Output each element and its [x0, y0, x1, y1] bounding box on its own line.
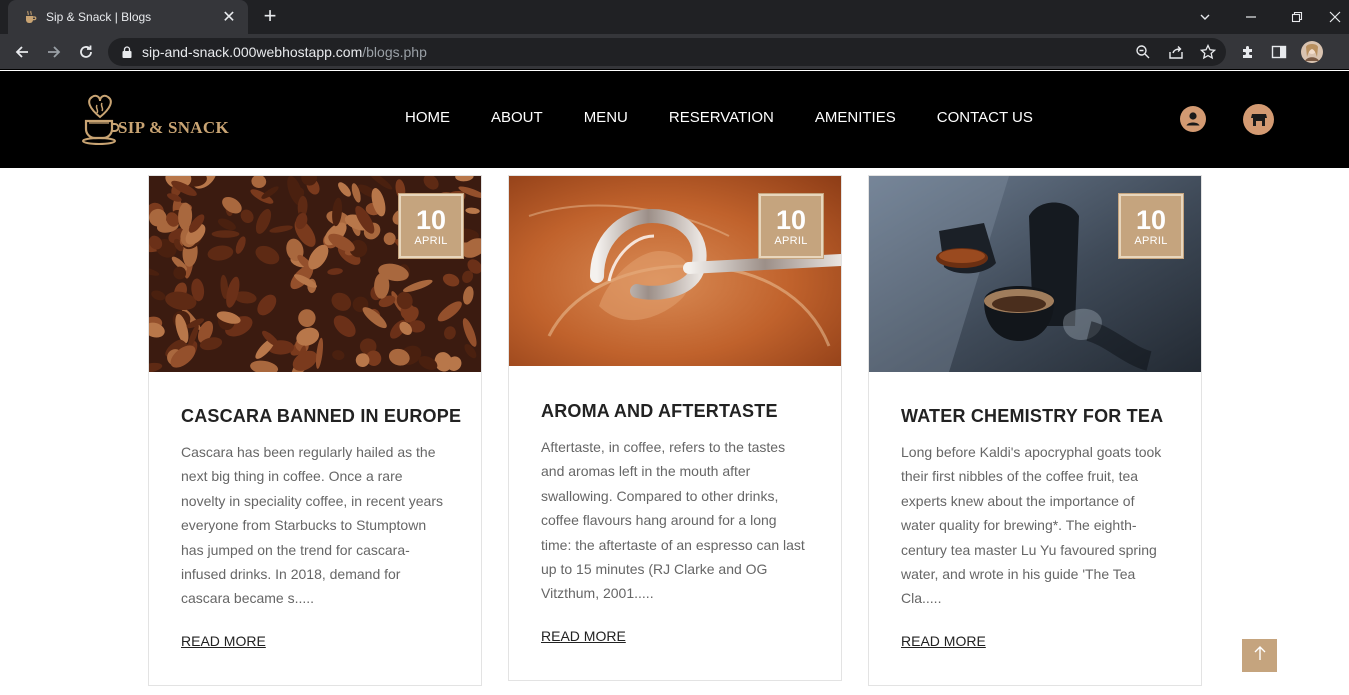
minimize-icon[interactable] [1228, 0, 1274, 34]
new-tab-button[interactable]: + [258, 5, 282, 29]
post-excerpt: Aftertaste, in coffee, refers to the tas… [541, 439, 805, 602]
nav-about[interactable]: ABOUT [491, 109, 543, 126]
date-badge: 10 APRIL [1118, 193, 1184, 259]
nav-reservation[interactable]: RESERVATION [669, 109, 774, 126]
profile-avatar-icon[interactable] [1298, 38, 1326, 66]
site-logo[interactable]: SIP & SNACK [80, 91, 240, 151]
nav-home[interactable]: HOME [405, 109, 450, 126]
read-more-link[interactable]: READ MORE [541, 628, 626, 644]
reload-icon[interactable] [72, 38, 100, 66]
tab-close-icon[interactable]: ✕ [220, 7, 238, 27]
blog-card: 10 APRIL AROMA AND AFTERTASTE Aftertaste… [508, 175, 842, 681]
site-header: SIP & SNACK HOME ABOUT MENU RESERVATION … [0, 71, 1349, 168]
read-more-link[interactable]: READ MORE [181, 633, 266, 649]
browser-toolbar: sip-and-snack.000webhostapp.com/blogs.ph… [0, 34, 1349, 70]
store-icon[interactable] [1243, 104, 1274, 135]
logo-text: SIP & SNACK [118, 118, 229, 137]
side-panel-icon[interactable] [1265, 38, 1293, 66]
forward-arrow-icon[interactable] [40, 38, 68, 66]
tab-search-icon[interactable] [1182, 0, 1228, 34]
browser-tab[interactable]: Sip & Snack | Blogs ✕ [8, 0, 248, 34]
nav-menu[interactable]: MENU [584, 109, 628, 126]
date-day: 10 [1135, 205, 1167, 235]
share-icon[interactable] [1166, 42, 1186, 62]
date-badge: 10 APRIL [398, 193, 464, 259]
scroll-to-top-button[interactable] [1242, 639, 1277, 672]
tab-title: Sip & Snack | Blogs [46, 10, 152, 24]
post-title[interactable]: CASCARA BANNED IN EUROPE [181, 406, 461, 427]
extensions-icon[interactable] [1234, 38, 1262, 66]
blog-card: 10 APRIL CASCARA BANNED IN EUROPE Cascar… [148, 175, 482, 686]
coffee-favicon-icon [22, 9, 38, 25]
date-month: APRIL [774, 235, 808, 247]
post-excerpt: Cascara has been regularly hailed as the… [181, 444, 443, 607]
date-day: 10 [415, 205, 447, 235]
nav-amenities[interactable]: AMENITIES [815, 109, 896, 126]
address-bar[interactable]: sip-and-snack.000webhostapp.com/blogs.ph… [108, 38, 1226, 66]
post-title[interactable]: AROMA AND AFTERTASTE [541, 401, 809, 422]
lock-icon[interactable] [120, 45, 134, 59]
back-arrow-icon[interactable] [8, 38, 36, 66]
post-title[interactable]: WATER CHEMISTRY FOR TEA [901, 406, 1169, 427]
url-path: /blogs.php [362, 44, 427, 60]
tea-cups-image: 10 APRIL [869, 176, 1201, 372]
date-badge: 10 APRIL [758, 193, 824, 259]
close-window-icon[interactable] [1320, 0, 1349, 34]
read-more-link[interactable]: READ MORE [901, 633, 986, 649]
date-month: APRIL [414, 235, 448, 247]
blog-card: 10 APRIL WATER CHEMISTRY FOR TEA Long be… [868, 175, 1202, 686]
user-icon[interactable] [1180, 106, 1206, 132]
bookmark-star-icon[interactable] [1198, 42, 1218, 62]
arrow-up-icon [1253, 645, 1267, 666]
cascara-husks-image: 10 APRIL [149, 176, 481, 372]
url-host: sip-and-snack.000webhostapp.com [142, 44, 363, 60]
nav-contact-us[interactable]: CONTACT US [937, 109, 1033, 126]
espresso-crema-image: 10 APRIL [509, 176, 841, 366]
post-excerpt: Long before Kaldi's apocryphal goats too… [901, 444, 1162, 607]
date-month: APRIL [1134, 235, 1168, 247]
url-text: sip-and-snack.000webhostapp.com/blogs.ph… [142, 44, 427, 60]
date-day: 10 [775, 205, 807, 235]
zoom-icon[interactable] [1133, 42, 1153, 62]
restore-icon[interactable] [1274, 0, 1320, 34]
main-nav: HOME ABOUT MENU RESERVATION AMENITIES CO… [405, 109, 1074, 126]
browser-tab-strip: Sip & Snack | Blogs ✕ + [0, 0, 1349, 34]
